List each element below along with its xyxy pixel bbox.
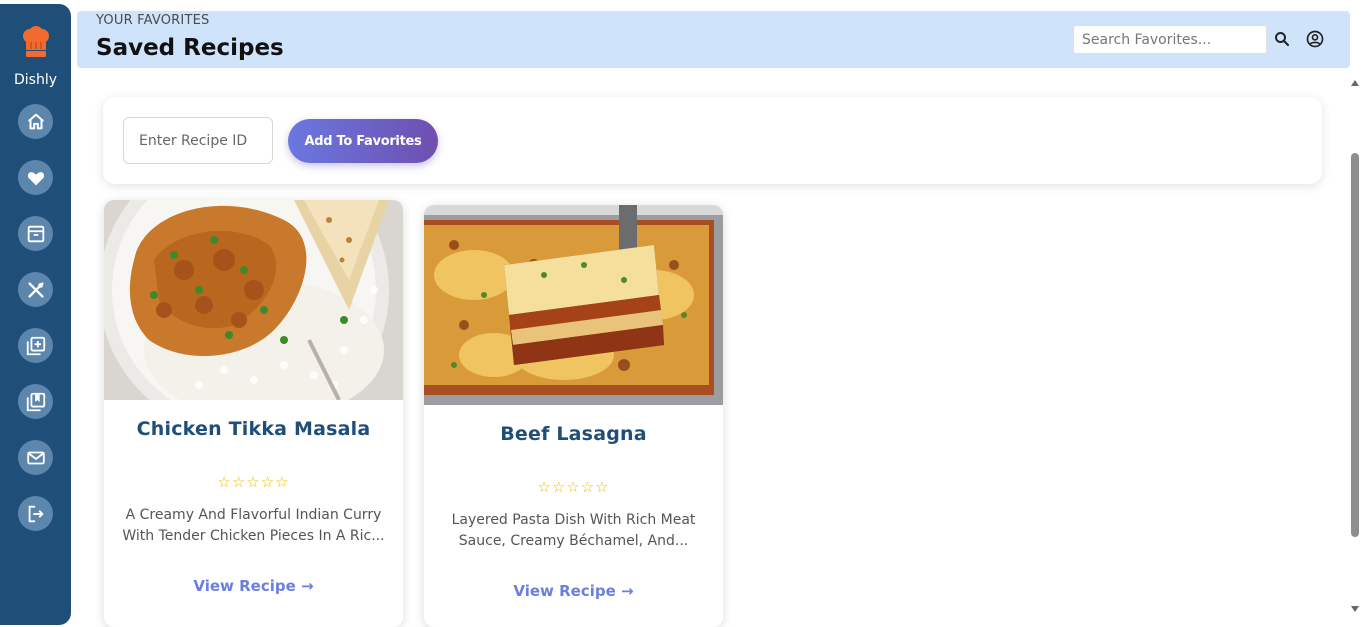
- utensils-icon: [27, 281, 44, 298]
- view-recipe-link[interactable]: View Recipe →: [104, 577, 403, 595]
- add-favorite-panel: Add To Favorites: [103, 97, 1322, 184]
- sidebar-item-home[interactable]: [18, 104, 53, 139]
- mail-icon: [26, 451, 45, 464]
- page-title: Saved Recipes: [96, 35, 284, 61]
- chicken-tikka-masala-image: [104, 200, 403, 400]
- view-recipe-link[interactable]: View Recipe →: [424, 582, 723, 600]
- recipe-id-input[interactable]: [123, 117, 273, 164]
- logout-icon: [28, 505, 44, 522]
- page-header: YOUR FAVORITES Saved Recipes: [77, 11, 1350, 68]
- add-library-icon: [26, 336, 45, 355]
- sidebar-item-add-recipe[interactable]: [18, 328, 53, 363]
- add-to-favorites-button[interactable]: Add To Favorites: [288, 119, 438, 163]
- home-icon: [27, 113, 44, 129]
- recipe-card: Chicken Tikka Masala ☆☆☆☆☆ A Creamy And …: [104, 200, 403, 627]
- archive-icon: [27, 225, 44, 242]
- card-title: Beef Lasagna: [500, 423, 647, 445]
- bookmarks-icon: [26, 392, 45, 411]
- sidebar-item-collections[interactable]: [18, 384, 53, 419]
- star-rating: ☆☆☆☆☆: [217, 473, 290, 491]
- account-icon[interactable]: [1305, 29, 1325, 49]
- scroll-down-arrow-icon[interactable]: [1351, 606, 1359, 612]
- search-icon[interactable]: [1273, 30, 1291, 48]
- sidebar-item-archive[interactable]: [18, 216, 53, 251]
- card-description: A Creamy And Flavorful Indian Curry With…: [122, 507, 385, 544]
- sidebar-item-favorites[interactable]: [18, 160, 53, 195]
- sidebar-item-recipes[interactable]: [18, 272, 53, 307]
- sidebar-item-messages[interactable]: [18, 440, 53, 475]
- beef-lasagna-image: [424, 205, 723, 405]
- page-eyebrow: YOUR FAVORITES: [96, 13, 210, 28]
- star-rating: ☆☆☆☆☆: [537, 478, 610, 496]
- sidebar: Dishly: [0, 4, 71, 625]
- scrollbar-thumb[interactable]: [1351, 153, 1359, 537]
- sidebar-nav: [18, 104, 53, 531]
- recipe-card: Beef Lasagna ☆☆☆☆☆ Layered Pasta Dish Wi…: [424, 205, 723, 627]
- card-title: Chicken Tikka Masala: [136, 418, 371, 440]
- scroll-up-arrow-icon[interactable]: [1351, 80, 1359, 86]
- sidebar-item-logout[interactable]: [18, 496, 53, 531]
- card-description: Layered Pasta Dish With Rich Meat Sauce,…: [451, 512, 696, 549]
- search-input[interactable]: [1073, 25, 1267, 54]
- scrollbar[interactable]: [1348, 76, 1362, 627]
- heart-icon: [27, 171, 44, 185]
- chef-hat-logo-icon: [21, 26, 51, 60]
- brand-name: Dishly: [13, 72, 57, 88]
